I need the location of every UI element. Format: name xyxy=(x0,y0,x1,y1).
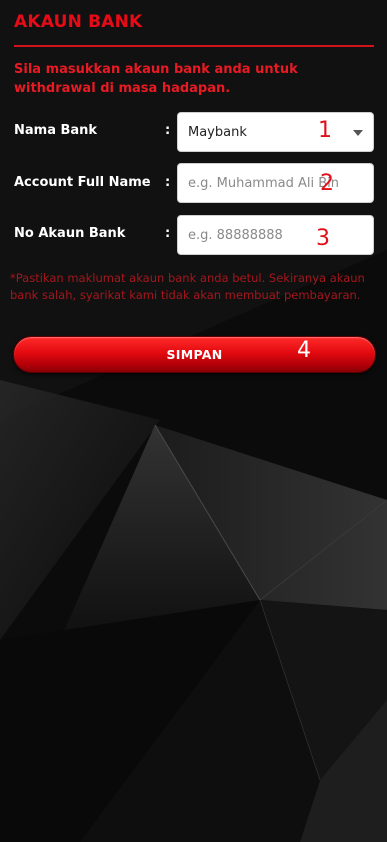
bank-name-selected-value: Maybank xyxy=(188,124,247,140)
step-marker-4: 4 xyxy=(297,338,311,363)
account-full-name-label: Account Full Name xyxy=(14,175,151,190)
step-marker-2: 2 xyxy=(320,171,334,196)
page-title: AKAUN BANK xyxy=(14,12,143,32)
bank-name-colon: : xyxy=(165,123,171,138)
account-number-label: No Akaun Bank xyxy=(14,226,126,241)
disclaimer-note: *Pastikan maklumat akaun bank anda betul… xyxy=(10,271,365,302)
title-divider xyxy=(14,45,374,47)
account-full-name-colon: : xyxy=(165,175,171,190)
step-marker-3: 3 xyxy=(316,226,330,251)
save-button-label: SIMPAN xyxy=(166,347,223,362)
account-full-name-input[interactable] xyxy=(177,163,374,203)
step-marker-1: 1 xyxy=(318,118,332,143)
bank-name-select[interactable]: Maybank xyxy=(177,112,374,152)
bank-name-label: Nama Bank xyxy=(14,123,98,138)
save-button[interactable]: SIMPAN xyxy=(13,336,376,373)
account-number-input[interactable] xyxy=(177,215,374,255)
account-number-colon: : xyxy=(165,226,171,241)
caret-down-icon xyxy=(353,130,363,136)
intro-text: Sila masukkan akaun bank anda untuk with… xyxy=(14,62,298,96)
